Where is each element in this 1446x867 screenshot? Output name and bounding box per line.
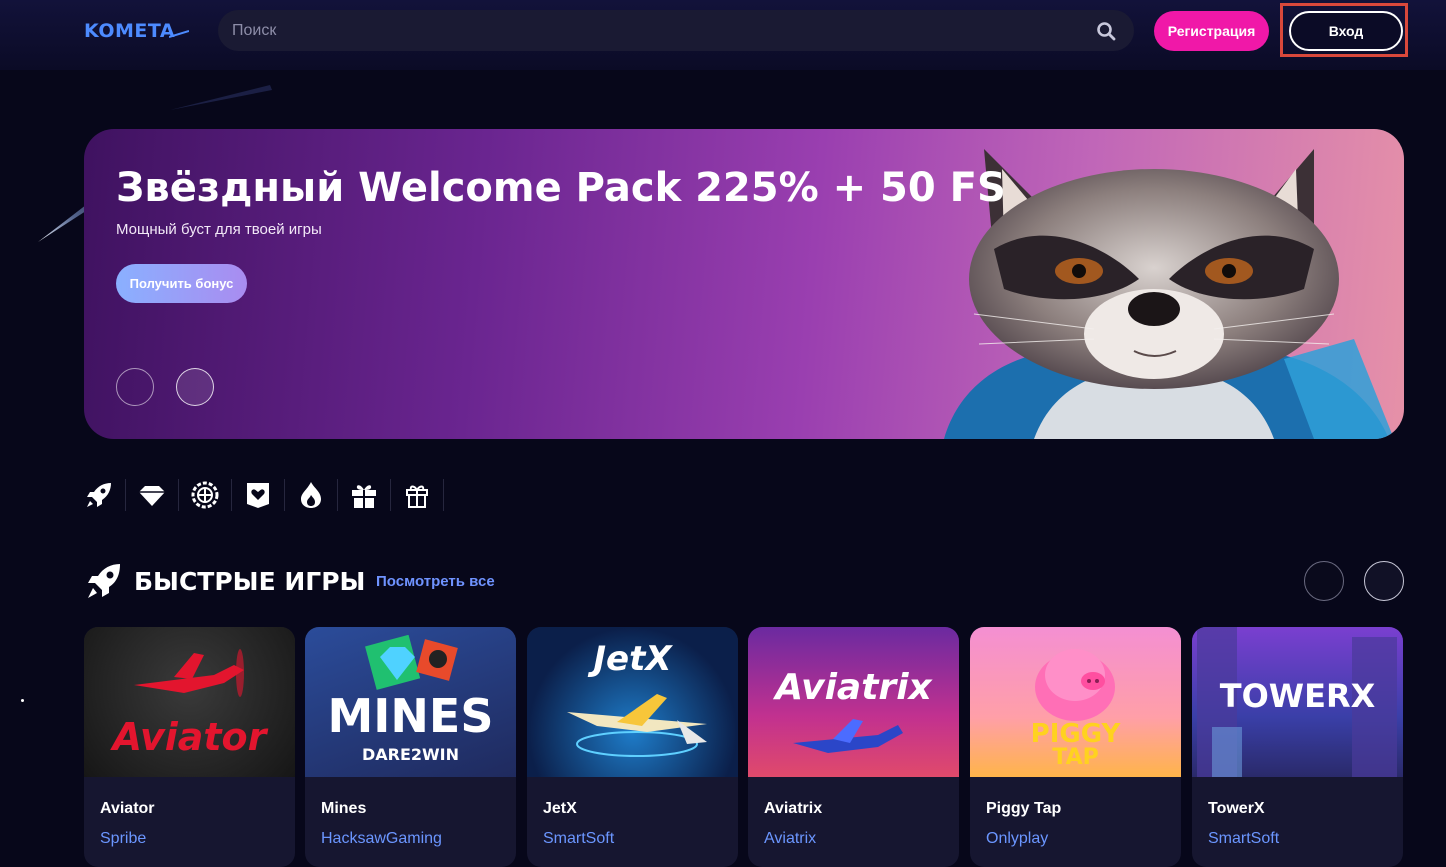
- search-bar: [218, 10, 1134, 51]
- gift-box-icon[interactable]: [349, 480, 379, 510]
- airplane-icon: [793, 719, 903, 753]
- rocket-icon: [88, 564, 120, 598]
- kometa-logo[interactable]: KOMETA: [84, 20, 190, 42]
- aviatrix-thumbnail: Aviatrix: [748, 627, 959, 777]
- piggy-logo-subtext: TAP: [1052, 745, 1099, 770]
- towerx-thumbnail: TOWERX: [1192, 627, 1403, 777]
- roulette-icon[interactable]: [190, 480, 220, 510]
- game-name: JetX: [543, 800, 577, 817]
- promo-banner[interactable]: Звёздный Welcome Pack 225% + 50 FS Мощны…: [84, 129, 1404, 439]
- category-divider: [284, 479, 285, 511]
- airplane-icon: [134, 649, 244, 697]
- login-button[interactable]: Вход: [1289, 11, 1403, 51]
- section-next-button[interactable]: [1364, 561, 1404, 601]
- section-prev-button[interactable]: [1304, 561, 1344, 601]
- banner-title: Звёздный Welcome Pack 225% + 50 FS: [116, 165, 1006, 211]
- rocket-icon[interactable]: [84, 480, 114, 510]
- fire-icon[interactable]: [296, 480, 326, 510]
- jet-icon: [567, 694, 707, 757]
- pig-icon: [1035, 649, 1115, 721]
- logo-swoosh-icon: [169, 30, 190, 38]
- game-name: Aviatrix: [764, 800, 823, 817]
- jetx-thumbnail: JetX: [527, 627, 738, 777]
- category-bar: [84, 477, 455, 513]
- top-header: KOMETA Регистрация Вход: [0, 0, 1446, 70]
- gift-outline-icon[interactable]: [402, 480, 432, 510]
- game-card-aviatrix[interactable]: Aviatrix Aviatrix Aviatrix: [748, 627, 959, 867]
- banner-subtitle: Мощный буст для твоей игры: [116, 221, 322, 238]
- category-divider: [125, 479, 126, 511]
- game-provider[interactable]: SmartSoft: [1208, 830, 1279, 848]
- game-provider[interactable]: HacksawGaming: [321, 830, 442, 848]
- piggy-tap-thumbnail: PIGGY TAP: [970, 627, 1181, 777]
- game-name: Mines: [321, 800, 367, 817]
- register-button[interactable]: Регистрация: [1154, 11, 1269, 51]
- mines-thumbnail: MINES DARE2WIN: [305, 627, 516, 777]
- game-card-piggy-tap[interactable]: PIGGY TAP Piggy Tap Onlyplay: [970, 627, 1181, 867]
- towerx-logo-text: TOWERX: [1219, 677, 1376, 715]
- game-provider[interactable]: SmartSoft: [543, 830, 614, 848]
- search-icon[interactable]: [1096, 21, 1116, 41]
- logo-text: KOMETA: [84, 20, 176, 42]
- category-divider: [178, 479, 179, 511]
- mines-logo-text: MINES: [327, 689, 494, 743]
- search-input[interactable]: [230, 20, 1074, 41]
- aviatrix-logo-text: Aviatrix: [775, 667, 932, 708]
- carousel-next-button[interactable]: [176, 368, 214, 406]
- aviator-thumbnail: Aviator: [84, 627, 295, 777]
- game-card-mines[interactable]: MINES DARE2WIN Mines HacksawGaming: [305, 627, 516, 867]
- game-card-jetx[interactable]: JetX JetX SmartSoft: [527, 627, 738, 867]
- category-divider: [443, 479, 444, 511]
- category-divider: [390, 479, 391, 511]
- gem-icon: [365, 635, 458, 690]
- game-card-towerx[interactable]: TOWERX TowerX SmartSoft: [1192, 627, 1403, 867]
- game-provider[interactable]: Spribe: [100, 830, 146, 848]
- jetx-logo-text: JetX: [593, 639, 672, 679]
- section-title: БЫСТРЫЕ ИГРЫ: [134, 567, 366, 596]
- category-divider: [231, 479, 232, 511]
- heart-card-icon[interactable]: [243, 480, 273, 510]
- carousel-prev-button[interactable]: [116, 368, 154, 406]
- game-name: Piggy Tap: [986, 800, 1062, 817]
- game-provider[interactable]: Onlyplay: [986, 830, 1048, 848]
- game-provider[interactable]: Aviatrix: [764, 830, 816, 848]
- mines-logo-subtext: DARE2WIN: [361, 745, 460, 764]
- view-all-link[interactable]: Посмотреть все: [376, 573, 495, 590]
- category-divider: [337, 479, 338, 511]
- aviator-logo-text: Aviator: [112, 715, 267, 759]
- star-decoration: [21, 699, 24, 702]
- diamond-icon[interactable]: [137, 480, 167, 510]
- get-bonus-button[interactable]: Получить бонус: [116, 264, 247, 303]
- game-name: Aviator: [100, 800, 155, 817]
- game-name: TowerX: [1208, 800, 1265, 817]
- game-card-aviator[interactable]: Aviator Aviator Spribe: [84, 627, 295, 867]
